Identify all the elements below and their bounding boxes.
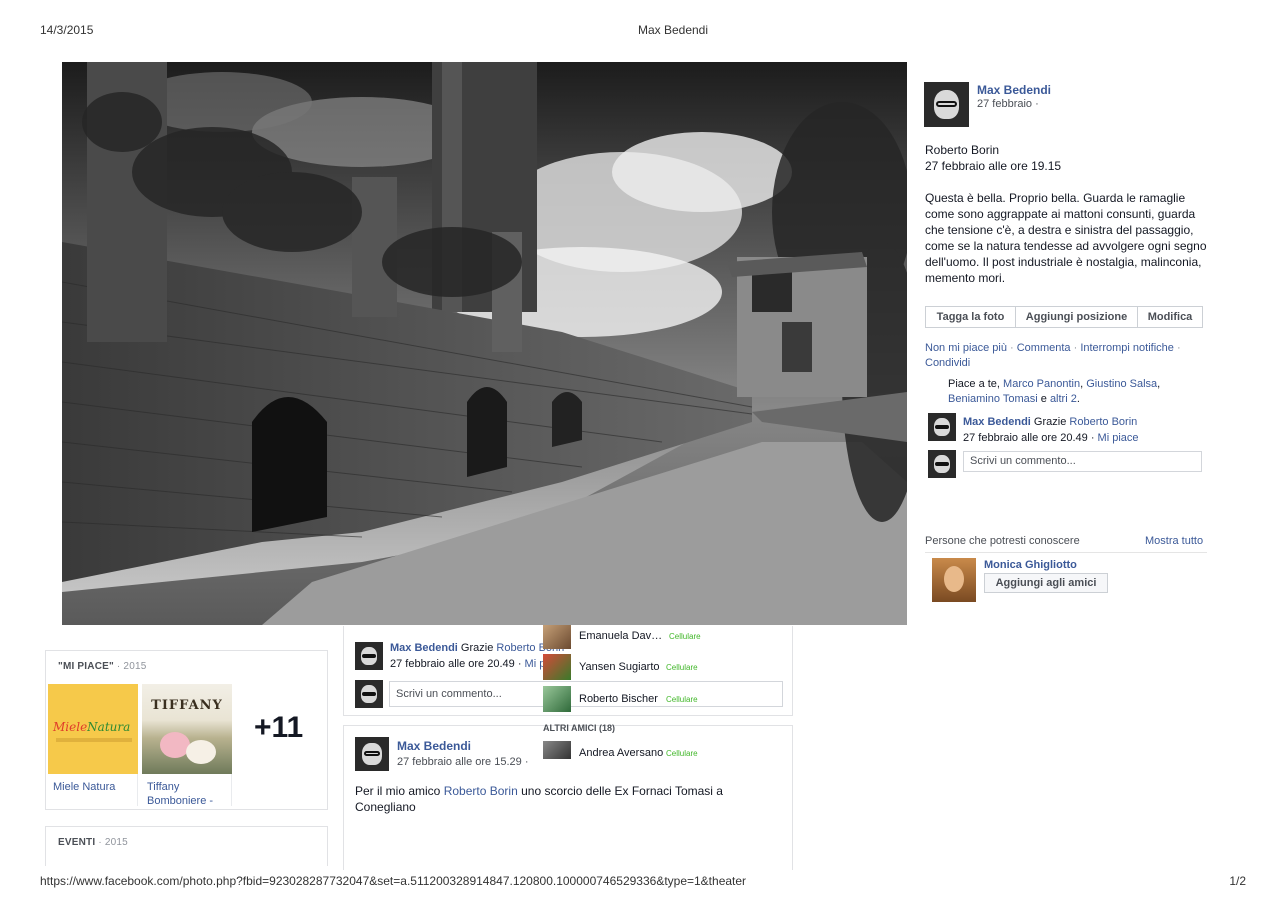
comment-time: 27 febbraio alle ore 20.49 · [390,658,522,670]
reply-comment: Max Bedendi Grazie Roberto Borin 27 febb… [963,414,1139,446]
comment-author-link[interactable]: Max Bedendi [390,642,458,654]
likes-section-title: "MI PIACE" · 2015 [58,661,147,672]
flower-decoration [186,740,216,764]
comment-line: Max Bedendi Grazie Roberto Borin [390,642,564,654]
liker-link[interactable]: Marco Panontin [1003,378,1080,390]
liked-page-name[interactable]: Tiffany Bomboniere - [147,780,231,808]
more-likes-count[interactable]: +11 [254,711,303,745]
post-time[interactable]: 27 febbraio alle ore 15.29 · [397,756,528,768]
miele-natura-thumbnail[interactable]: MieleNatura [48,684,138,774]
print-title: Max Bedendi [637,23,709,37]
post-text: Per il mio amico Roberto Borin uno scorc… [355,784,723,814]
comment-input[interactable]: Scrivi un commento... [963,451,1202,472]
chat-friend[interactable]: Yansen Sugiarto Cellulare [543,654,783,680]
chat-friend-name: Andrea Aversano [579,747,664,759]
divider [925,552,1207,553]
edit-button[interactable]: Modifica [1138,307,1202,327]
chat-friend-name: Emanuela Dav… [579,630,663,642]
chat-other-friends-heading: ALTRI AMICI (18) [543,723,615,733]
tiffany-logo: TIFFANY [151,698,223,713]
comment-text: Grazie [460,642,494,654]
chat-friend[interactable]: Emanuela Dav… Cellulare [543,623,783,649]
avatar [355,680,383,708]
chat-friend-name: Yansen Sugiarto [579,661,660,673]
chat-friend-status: Cellulare [666,695,698,704]
reply-avatar[interactable] [928,413,956,441]
my-avatar [928,450,956,478]
other-likers-link[interactable]: altri 2 [1050,393,1077,405]
reply-time: 27 febbraio alle ore 20.49 · [963,432,1095,444]
caption-text: Questa è bella. Proprio bella. Guarda le… [925,191,1207,285]
reply-mention-link[interactable]: Roberto Borin [1069,416,1137,428]
chat-friend-avatar [543,654,571,680]
avatar[interactable] [355,642,383,670]
caption-author: Roberto Borin [925,143,1000,157]
tiffany-thumbnail[interactable]: TIFFANY [142,684,232,774]
add-friend-button[interactable]: Aggiungi agli amici [984,573,1108,593]
reply-author-link[interactable]: Max Bedendi [963,416,1031,428]
chat-friend-status: Cellulare [669,632,701,641]
owner-avatar[interactable] [924,82,969,127]
ruined-kiln-photo [62,62,907,625]
liker-link[interactable]: Giustino Salsa [1086,378,1157,390]
pymk-title: Persone che potresti conoscere [925,535,1080,547]
reply-like-link[interactable]: Mi piace [1098,432,1139,444]
share-link[interactable]: Condividi [925,357,970,369]
owner-post-date[interactable]: 27 febbraio · [977,98,1039,110]
chat-friend-status: Cellulare [666,749,698,758]
events-section: EVENTI · 2015 [45,826,328,866]
likes-section: "MI PIACE" · 2015 MieleNatura Miele Natu… [45,650,328,810]
pymk-avatar[interactable] [932,558,976,602]
add-location-button[interactable]: Aggiungi posizione [1016,307,1138,327]
likes-summary: Piace a te, Marco Panontin, Giustino Sal… [948,378,1161,405]
comment-meta: 27 febbraio alle ore 20.49 · Mi pi [390,658,548,670]
caption-time: 27 febbraio alle ore 19.15 [925,159,1062,173]
post-author-link[interactable]: Max Bedendi [397,739,471,753]
pymk-show-all-link[interactable]: Mostra tutto [1145,535,1203,547]
owner-name-link[interactable]: Max Bedendi [977,83,1051,97]
unlike-link[interactable]: Non mi piace più [925,342,1007,354]
pymk-person-name[interactable]: Monica Ghigliotto [984,559,1077,571]
photo-action-buttons: Tagga la foto Aggiungi posizione Modific… [925,306,1203,328]
stop-notifications-link[interactable]: Interrompi notifiche [1080,342,1174,354]
chat-friend[interactable]: Roberto Bischer Cellulare [543,686,783,712]
liked-page-name[interactable]: Miele Natura [53,780,137,794]
chat-friend-status: Cellulare [666,663,698,672]
chat-friend-avatar [543,741,571,759]
reply-text: Grazie [1033,416,1067,428]
print-url: https://www.facebook.com/photo.php?fbid=… [40,874,747,888]
liked-page-tile[interactable]: MieleNatura Miele Natura [46,684,138,806]
chat-friend-name: Roberto Bischer [579,693,658,705]
chat-friend[interactable]: Andrea Aversano Cellulare [543,741,783,767]
logo-tagline-bar [56,738,132,742]
liker-link[interactable]: Beniamino Tomasi [948,393,1038,405]
avatar[interactable] [355,737,389,771]
post-actions: Non mi piace più · Commenta · Interrompi… [925,342,1181,369]
chat-friend-avatar [543,623,571,649]
liked-page-tile[interactable]: TIFFANY Tiffany Bomboniere - [140,684,232,808]
chat-friend-avatar [543,686,571,712]
post-mention-link[interactable]: Roberto Borin [444,784,518,798]
events-section-title: EVENTI · 2015 [58,837,128,848]
miele-natura-logo: MieleNatura [53,720,131,734]
print-page-number: 1/2 [1229,874,1246,888]
comment-link[interactable]: Commenta [1017,342,1071,354]
theater-photo[interactable] [62,62,907,625]
tag-photo-button[interactable]: Tagga la foto [926,307,1016,327]
